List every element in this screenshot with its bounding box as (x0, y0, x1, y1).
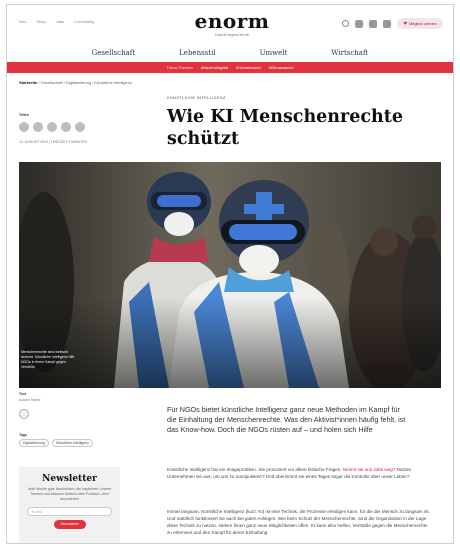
heart-icon: ♥ (403, 20, 407, 27)
tag-digitalisierung[interactable]: Digitalisierung (19, 439, 49, 447)
newsletter-box: Newsletter Jede Woche gute Nachrichten, … (19, 467, 120, 543)
trend-link-gemeinwohl[interactable]: #Gemeinwohl (236, 65, 260, 70)
paragraph-1-start: Künstliche Intelligenz hat ein Imageprob… (167, 467, 343, 472)
browser-page: Neu Shop Jobs Community enorm Zukunft be… (6, 4, 454, 544)
share-label: Teilen (19, 113, 29, 117)
author-name[interactable]: Autorin Name (19, 398, 40, 402)
breadcrumb: Startseite / Gesellschaft / Digitalisier… (19, 80, 132, 85)
search-icon[interactable] (342, 20, 350, 27)
article-paragraph-1: Künstliche Intelligenz hat ein Imageprob… (167, 466, 433, 480)
hero-image (19, 162, 441, 388)
instagram-icon[interactable] (369, 19, 378, 28)
newsletter-title: Newsletter (42, 474, 97, 484)
trend-link-klimawandel[interactable]: #Klimawandel (269, 65, 294, 70)
tag-kuenstliche-intelligenz[interactable]: Künstliche Intelligenz (51, 439, 93, 447)
linkedin-icon[interactable] (47, 122, 57, 132)
nav-item-lebensstil[interactable]: Lebensstil (179, 49, 215, 57)
top-link-shop[interactable]: Shop (36, 19, 45, 24)
tags-label: Tags (19, 433, 27, 437)
article-date: 12. AUGUST 2019 | LESEZEIT 4 MINUTEN (19, 140, 88, 144)
facebook-icon[interactable] (19, 122, 29, 132)
logo-tagline: Zukunft beginnt bei dir (214, 33, 250, 37)
top-icons: ♥ Mitglied werden (342, 18, 443, 29)
jobs-link[interactable]: Nimmt sie uns Jobs weg? (343, 467, 395, 472)
newsletter-subscribe-button[interactable]: Abonnieren (53, 520, 86, 529)
top-bar: Neu Shop Jobs Community enorm Zukunft be… (7, 5, 453, 43)
logo-wordmark: enorm (194, 9, 270, 33)
newsletter-text: Jede Woche gute Nachrichten, die inspiri… (27, 487, 112, 501)
hero-photo-graphic (19, 162, 441, 388)
pinterest-icon[interactable] (61, 122, 71, 132)
member-button-label: Mitglied werden (408, 21, 437, 26)
credit-label: Text (19, 392, 26, 396)
trend-label: Trend-Themen (166, 65, 193, 70)
twitter-icon[interactable] (33, 122, 43, 132)
site-logo[interactable]: enorm Zukunft beginnt bei dir (182, 11, 282, 37)
mail-icon[interactable] (75, 122, 85, 132)
trend-bar: Trend-Themen #Nachhaltigkeit #Gemeinwohl… (7, 62, 453, 73)
share-buttons (19, 122, 85, 132)
breadcrumb-home[interactable]: Startseite (19, 80, 37, 85)
author-avatar-icon[interactable] (19, 409, 29, 419)
member-button[interactable]: ♥ Mitglied werden (397, 18, 443, 29)
article-kicker: KÜNSTLICHE INTELLIGENZ (167, 95, 226, 100)
nav-item-umwelt[interactable]: Umwelt (260, 49, 288, 57)
breadcrumb-trail[interactable]: / Gesellschaft / Digitalisierung / Künst… (38, 80, 132, 85)
top-link-new[interactable]: Neu (19, 19, 26, 24)
category-nav: Gesellschaft Lebensstil Umwelt Wirtschaf… (7, 49, 453, 57)
top-links: Neu Shop Jobs Community (19, 19, 94, 24)
tag-list: Digitalisierung Künstliche Intelligenz (19, 439, 93, 447)
linkedin-icon[interactable] (383, 19, 392, 28)
hero-caption: Menschenrechte sind weltweit bedroht. Kü… (21, 350, 75, 369)
article-paragraph-2: Immer langsam. Künstliche Intelligenz (k… (167, 509, 430, 535)
trend-link-nachhaltigkeit[interactable]: #Nachhaltigkeit (201, 65, 228, 70)
article-title: Wie KI Menschenrechte schützt (167, 107, 403, 149)
nav-item-wirtschaft[interactable]: Wirtschaft (331, 49, 368, 57)
facebook-icon[interactable] (355, 19, 364, 28)
top-link-community[interactable]: Community (74, 19, 94, 24)
nav-item-gesellschaft[interactable]: Gesellschaft (92, 49, 136, 57)
top-link-jobs[interactable]: Jobs (56, 19, 64, 24)
article-lead: Für NGOs bietet künstliche Intelligenz g… (167, 405, 406, 434)
newsletter-email-input[interactable]: E-Mail (27, 507, 112, 516)
